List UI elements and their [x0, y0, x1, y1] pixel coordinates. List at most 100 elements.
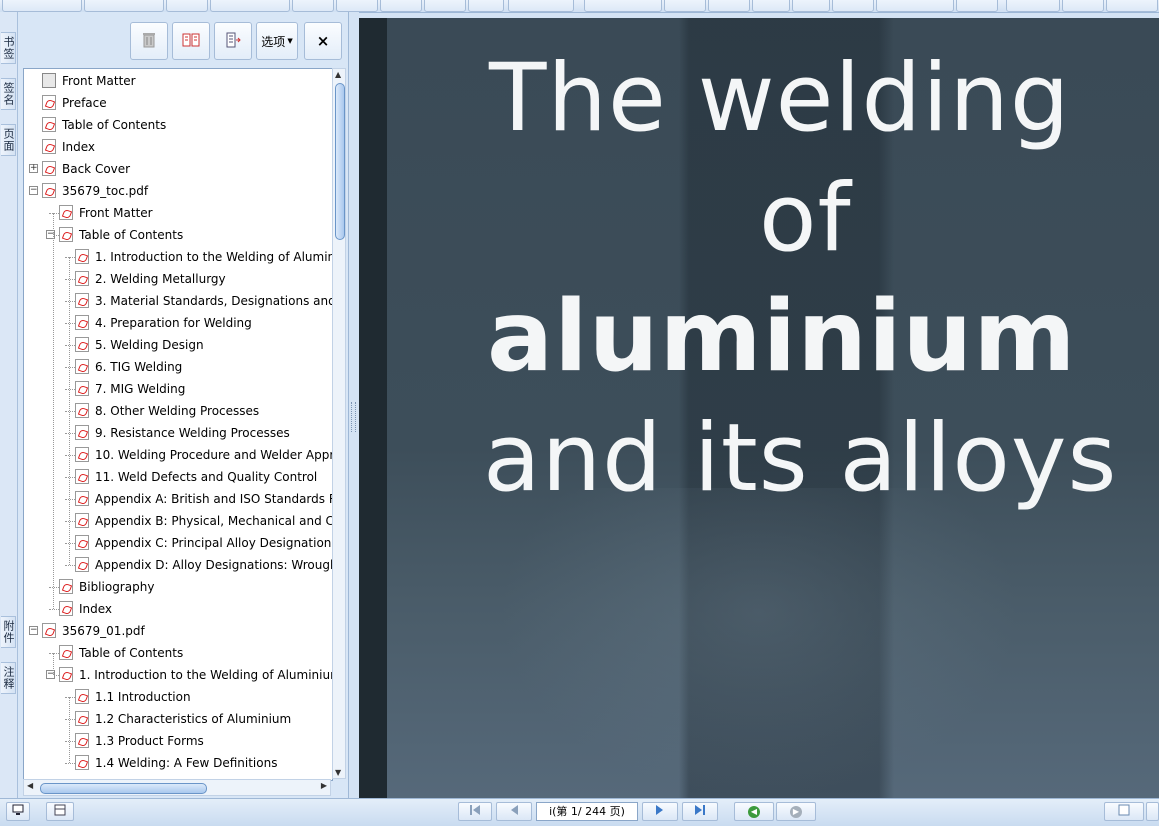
toolbar-button[interactable]	[708, 0, 750, 12]
toolbar-button[interactable]	[876, 0, 954, 12]
toggle-toolbar-button[interactable]	[46, 802, 74, 821]
bookmark-item[interactable]: + Back Cover	[24, 158, 332, 180]
toolbar-button[interactable]	[508, 0, 574, 12]
toolbar-button[interactable]	[584, 0, 662, 12]
collapse-icon[interactable]: −	[29, 626, 38, 635]
continuous-view-button[interactable]	[1146, 802, 1159, 821]
bookmark-item[interactable]: 1.1 Introduction	[24, 686, 332, 708]
go-forward-button[interactable]: ▶	[776, 802, 816, 821]
toolbar-button[interactable]	[2, 0, 82, 12]
bookmark-item[interactable]: Front Matter	[24, 202, 332, 224]
bookmark-label: 4. Preparation for Welding	[95, 316, 252, 330]
bookmark-item[interactable]: Index	[24, 598, 332, 620]
bookmark-item[interactable]: 1.4 Welding: A Few Definitions	[24, 752, 332, 774]
scroll-left-icon[interactable]: ◀	[27, 781, 33, 790]
last-page-button[interactable]	[682, 802, 718, 821]
bookmark-item[interactable]: − 35679_toc.pdf	[24, 180, 332, 202]
new-bookmark-button[interactable]	[172, 22, 210, 60]
bookmark-item[interactable]: − 35679_01.pdf	[24, 620, 332, 642]
toolbar-button[interactable]	[468, 0, 504, 12]
single-page-view-button[interactable]	[1104, 802, 1144, 821]
bookmark-label: 9. Resistance Welding Processes	[95, 426, 290, 440]
scroll-right-icon[interactable]: ▶	[321, 781, 327, 790]
bookmark-item[interactable]: 9. Resistance Welding Processes	[24, 422, 332, 444]
pdf-icon	[59, 227, 73, 242]
toolbar-button[interactable]	[1062, 0, 1104, 12]
bookmark-item[interactable]: − Table of Contents	[24, 224, 332, 246]
bookmark-label: Appendix D: Alloy Designations: Wrought	[95, 558, 332, 572]
vertical-scrollbar[interactable]: ▲ ▼	[332, 68, 346, 779]
single-page-icon	[1118, 804, 1130, 819]
toolbar-button[interactable]	[84, 0, 164, 12]
scroll-down-icon[interactable]: ▼	[335, 768, 341, 777]
bookmark-item[interactable]: 10. Welding Procedure and Welder Appro	[24, 444, 332, 466]
bookmark-item[interactable]: Appendix B: Physical, Mechanical and Che	[24, 510, 332, 532]
show-panel-button[interactable]	[6, 802, 30, 821]
page-number-field[interactable]: i(第 1/ 244 页)	[536, 802, 638, 821]
first-page-button[interactable]	[458, 802, 492, 821]
bookmark-item[interactable]: Table of Contents	[24, 114, 332, 136]
toolbar-button[interactable]	[752, 0, 790, 12]
toolbar-button[interactable]	[292, 0, 334, 12]
pdf-icon	[75, 733, 89, 748]
scroll-up-icon[interactable]: ▲	[335, 70, 341, 79]
pdf-icon	[75, 381, 89, 396]
bookmark-item[interactable]: 7. MIG Welding	[24, 378, 332, 400]
toolbar-button[interactable]	[1006, 0, 1060, 12]
toolbar-button[interactable]	[336, 0, 378, 12]
bookmark-item[interactable]: 4. Preparation for Welding	[24, 312, 332, 334]
toolbar-button[interactable]	[210, 0, 290, 12]
bookmark-item[interactable]: 6. TIG Welding	[24, 356, 332, 378]
tab-attachments[interactable]: 附件	[1, 616, 16, 648]
toolbar-button[interactable]	[380, 0, 422, 12]
toolbar-button[interactable]	[424, 0, 466, 12]
expand-icon[interactable]: +	[29, 164, 38, 173]
bookmark-item[interactable]: 1. Introduction to the Welding of Alumin…	[24, 246, 332, 268]
bookmark-item[interactable]: Appendix D: Alloy Designations: Wrought	[24, 554, 332, 576]
toolbar-button[interactable]	[792, 0, 830, 12]
bookmark-label: 2. Welding Metallurgy	[95, 272, 226, 286]
toolbar-button[interactable]	[166, 0, 208, 12]
document-view[interactable]: The welding of aluminium and its alloys	[359, 18, 1159, 798]
panel-splitter[interactable]	[349, 12, 359, 798]
bookmark-item[interactable]: 8. Other Welding Processes	[24, 400, 332, 422]
tab-bookmarks[interactable]: 书签	[1, 32, 16, 64]
pdf-icon	[75, 755, 89, 770]
scrollbar-thumb[interactable]	[40, 783, 207, 794]
collapse-icon[interactable]: −	[29, 186, 38, 195]
horizontal-scrollbar[interactable]: ◀ ▶	[23, 779, 331, 796]
bookmark-item[interactable]: Appendix C: Principal Alloy Designations…	[24, 532, 332, 554]
bookmark-item[interactable]: Table of Contents	[24, 642, 332, 664]
close-panel-button[interactable]: ×	[304, 22, 342, 60]
bookmark-label: 1.4 Welding: A Few Definitions	[95, 756, 278, 770]
toolbar-button[interactable]	[956, 0, 998, 12]
bookmark-item[interactable]: 11. Weld Defects and Quality Control	[24, 466, 332, 488]
tab-pages[interactable]: 页面	[1, 124, 16, 156]
delete-bookmark-button[interactable]	[130, 22, 168, 60]
tab-comments[interactable]: 注释	[1, 662, 16, 694]
expand-bookmark-button[interactable]	[214, 22, 252, 60]
bookmark-item[interactable]: 3. Material Standards, Designations and …	[24, 290, 332, 312]
bookmark-item[interactable]: −1. Introduction to the Welding of Alumi…	[24, 664, 332, 686]
bookmark-item[interactable]: Index	[24, 136, 332, 158]
toolbar-button[interactable]	[664, 0, 706, 12]
next-page-button[interactable]	[642, 802, 678, 821]
bookmark-tree: Front Matter Preface Table of Contents Inde…	[23, 68, 333, 781]
prev-page-button[interactable]	[496, 802, 532, 821]
bookmark-item[interactable]: 5. Welding Design	[24, 334, 332, 356]
go-back-button[interactable]: ◀	[734, 802, 774, 821]
bookmark-item[interactable]: Preface	[24, 92, 332, 114]
bookmark-item[interactable]: 2. Welding Metallurgy	[24, 268, 332, 290]
bookmark-item[interactable]: Front Matter	[24, 70, 332, 92]
bookmark-item[interactable]: 1.2 Characteristics of Aluminium	[24, 708, 332, 730]
tab-signatures[interactable]: 签名	[1, 78, 16, 110]
options-dropdown[interactable]: 选项 ▼	[256, 22, 298, 60]
bookmark-item[interactable]: Bibliography	[24, 576, 332, 598]
splitter-grip[interactable]	[351, 402, 356, 432]
status-bar: i(第 1/ 244 页) ◀ ▶	[0, 798, 1159, 826]
toolbar-button[interactable]	[1106, 0, 1158, 12]
bookmark-item[interactable]: Appendix A: British and ISO Standards Re	[24, 488, 332, 510]
bookmark-item[interactable]: 1.3 Product Forms	[24, 730, 332, 752]
toolbar-button[interactable]	[832, 0, 874, 12]
scrollbar-thumb[interactable]	[335, 83, 345, 240]
